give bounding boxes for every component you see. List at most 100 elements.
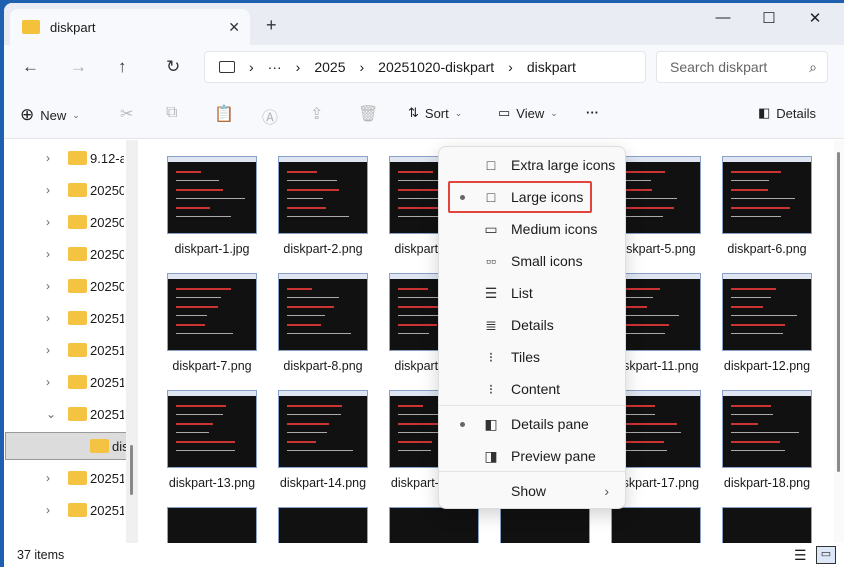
breadcrumb-2025[interactable]: 2025 (314, 59, 345, 75)
close-button[interactable]: ✕ (792, 9, 838, 27)
details-pane-button[interactable]: ◧ Details (758, 105, 816, 121)
view-label: View (516, 105, 545, 121)
file-item[interactable]: diskpart-7.png (157, 273, 267, 373)
folder-icon (68, 311, 87, 325)
selected-dot-icon (460, 421, 465, 427)
chevron-right-icon[interactable]: › (46, 375, 50, 389)
rename-icon[interactable]: Ⓐ (262, 104, 278, 128)
chevron-right-icon[interactable]: › (46, 343, 50, 357)
file-name: diskpart-6.png (727, 242, 807, 256)
sidebar-item[interactable]: › 20251 (4, 336, 124, 364)
sidebar-item[interactable]: › 20251 (4, 496, 124, 524)
delete-icon[interactable]: 🗑 (358, 104, 378, 124)
chevron-right-icon[interactable]: › (46, 279, 50, 293)
copy-icon[interactable]: ⧉ (166, 104, 177, 122)
menu-item-tiles[interactable]: ⁝ Tiles (439, 341, 625, 373)
new-tab-button[interactable]: + (266, 15, 277, 36)
forward-button[interactable]: → (70, 57, 87, 77)
sidebar-item[interactable]: › 9.12-a (4, 144, 124, 172)
large-icons-view-toggle[interactable]: ▭ (816, 546, 836, 564)
minimize-button[interactable]: — (700, 9, 746, 26)
breadcrumb-20251020-diskpart[interactable]: 20251020-diskpart (378, 59, 494, 75)
menu-item-label: Medium icons (511, 221, 598, 237)
menu-item-show[interactable]: Show › (439, 475, 625, 507)
menu-separator (439, 405, 625, 406)
image-thumbnail (611, 507, 701, 543)
content-scrollbar[interactable] (834, 140, 844, 543)
breadcrumb-more[interactable]: ··· (268, 59, 282, 75)
sidebar-item[interactable]: › 20250 (4, 208, 124, 236)
tab-diskpart[interactable]: diskpart ✕ (10, 9, 250, 45)
tab-close-button[interactable]: ✕ (228, 19, 240, 36)
breadcrumb-diskpart[interactable]: diskpart (527, 59, 576, 75)
maximize-button[interactable]: ☐ (746, 9, 792, 27)
sidebar-item[interactable]: › 20251 (4, 464, 124, 492)
search-placeholder: Search diskpart (670, 59, 768, 75)
more-options-button[interactable]: ··· (586, 105, 599, 120)
file-item[interactable]: diskpart-12.png (712, 273, 822, 373)
sidebar-item[interactable]: diskpart (5, 432, 146, 460)
menu-item-list[interactable]: ☰ List (439, 277, 625, 309)
chevron-right-icon[interactable]: › (46, 151, 50, 165)
breadcrumb-separator: › (508, 59, 513, 75)
item-count: 37 items (17, 548, 65, 562)
sidebar-item-label: 20250 (90, 182, 124, 198)
cut-icon[interactable]: ✂ (120, 104, 133, 124)
menu-item-extra-large-icons[interactable]: □ Extra large icons (439, 149, 625, 181)
file-name: diskpart-1.jpg (174, 242, 250, 256)
list-icon: ☰ (484, 284, 498, 301)
new-button[interactable]: ⊕ New ⌄ (20, 105, 80, 125)
scrollbar-thumb[interactable] (837, 152, 840, 472)
tiles-icon: ⁝ (488, 348, 494, 365)
scrollbar-thumb[interactable] (130, 445, 133, 495)
refresh-button[interactable]: ↻ (166, 57, 180, 77)
chevron-right-icon[interactable]: › (46, 183, 50, 197)
search-input[interactable]: Search diskpart ⌕ (656, 51, 828, 83)
breadcrumb-separator: › (359, 59, 365, 75)
paste-icon[interactable]: 📋 (214, 104, 234, 124)
file-item[interactable]: diskpart-14.png (268, 390, 378, 490)
menu-item-content[interactable]: ⁝ Content (439, 373, 625, 405)
chevron-right-icon[interactable]: › (46, 503, 50, 517)
sort-button[interactable]: ⇅ Sort ⌄ (408, 105, 462, 121)
file-item[interactable]: diskpart-18.png (712, 390, 822, 490)
menu-item-details-pane[interactable]: ◧ Details pane (439, 408, 625, 440)
chevron-down-icon: ⌄ (72, 109, 80, 120)
sidebar-item-label: 20251 (90, 374, 124, 390)
file-item[interactable]: diskpart-8.png (268, 273, 378, 373)
menu-item-preview-pane[interactable]: ◨ Preview pane (439, 440, 625, 472)
chevron-right-icon[interactable]: › (46, 215, 50, 229)
file-item[interactable]: diskpart-2.png (268, 156, 378, 256)
sidebar-item[interactable]: › 20250 (4, 240, 124, 268)
view-button[interactable]: ▭ View ⌄ (498, 105, 558, 121)
details-view-toggle[interactable]: ☰ (794, 547, 807, 564)
menu-item-small-icons[interactable]: ▫▫ Small icons (439, 245, 625, 277)
menu-item-large-icons[interactable]: □ Large icons (439, 181, 625, 213)
folder-icon (68, 279, 87, 293)
file-item[interactable]: diskpart-13.png (157, 390, 267, 490)
sidebar-item[interactable]: › 20251 (4, 304, 124, 332)
file-item[interactable]: diskpart-6.png (712, 156, 822, 256)
file-item[interactable]: diskpart-1.jpg (157, 156, 267, 256)
chevron-right-icon[interactable]: › (46, 247, 50, 261)
sidebar-item[interactable]: › 20250 (4, 176, 124, 204)
chevron-right-icon[interactable]: › (46, 311, 50, 325)
image-thumbnail (722, 390, 812, 468)
folder-icon (68, 151, 87, 165)
up-button[interactable]: ↑ (118, 57, 127, 77)
back-button[interactable]: ← (22, 57, 39, 77)
sidebar-item[interactable]: › 20250 (4, 272, 124, 300)
chevron-right-icon[interactable]: › (46, 471, 50, 485)
menu-item-details[interactable]: ≣ Details (439, 309, 625, 341)
navigation-pane-scrollbar[interactable] (126, 140, 138, 543)
view-dropdown-menu: □ Extra large icons □ Large icons ▭ Medium ic… (438, 146, 626, 509)
sidebar-item[interactable]: › 20251 (4, 368, 124, 396)
breadcrumb-separator: › (249, 59, 254, 75)
sidebar-item[interactable]: ⌄ 20251 (4, 400, 124, 428)
details-pane-icon: ◧ (484, 415, 498, 432)
share-icon[interactable]: ⇪ (310, 104, 323, 124)
chevron-down-icon[interactable]: ⌄ (46, 407, 56, 421)
address-bar[interactable]: › ··· › 2025 › 20251020-diskpart › diskp… (204, 51, 646, 83)
folder-icon (68, 407, 87, 421)
menu-item-medium-icons[interactable]: ▭ Medium icons (439, 213, 625, 245)
